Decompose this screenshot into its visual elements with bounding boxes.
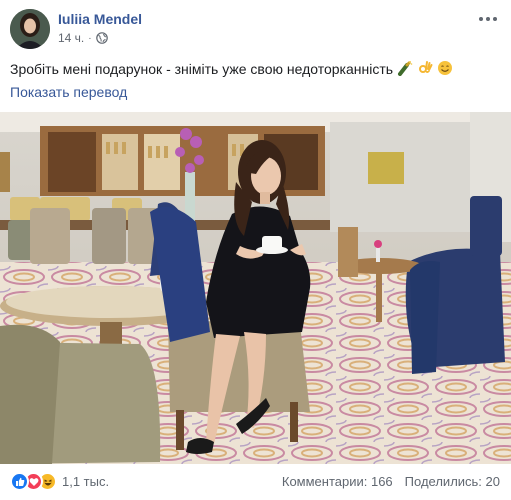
more-options-icon[interactable] [476,10,500,28]
smile-emoji [437,60,453,80]
facebook-post: Iuliia Mendel 14 ч. · Зробіть мені подар… [0,0,511,500]
post-footer: 1,1 тыс. Комментарии: 166 Поделились: 20 [10,470,500,494]
post-photo[interactable] [0,112,511,464]
champagne-emoji [397,60,413,80]
shares-count[interactable]: Поделились: 20 [405,474,500,489]
post-text-line: Зробіть мені подарунок - зніміть уже сво… [10,60,453,80]
post-header: Iuliia Mendel 14 ч. · [10,8,500,52]
post-stats: Комментарии: 166 Поделились: 20 [282,474,500,489]
reactions-count: 1,1 тыс. [62,474,110,489]
comments-count[interactable]: Комментарии: 166 [282,474,393,489]
author-avatar[interactable] [10,9,50,49]
see-translation-link[interactable]: Показать перевод [10,84,127,100]
globe-icon[interactable] [95,32,108,44]
post-meta: 14 ч. · [58,31,108,45]
author-name[interactable]: Iuliia Mendel [58,11,142,27]
post-text: Зробіть мені подарунок - зніміть уже сво… [10,61,394,77]
reactions-summary[interactable]: 1,1 тыс. [10,472,109,491]
meta-separator: · [88,32,92,44]
ok-hand-emoji [417,60,433,80]
like-icon [10,472,29,491]
post-timestamp[interactable]: 14 ч. [58,31,84,45]
